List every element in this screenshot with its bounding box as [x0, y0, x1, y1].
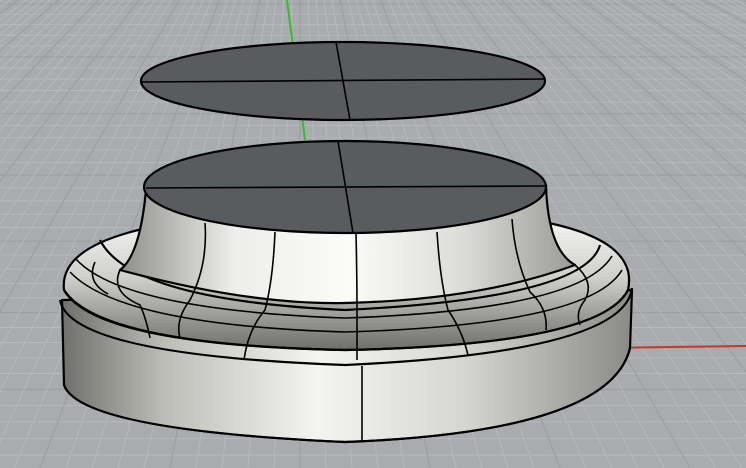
column-base[interactable] [58, 139, 634, 444]
top-disc[interactable] [139, 40, 547, 122]
viewport-canvas[interactable] [0, 0, 746, 468]
perspective-viewport[interactable] [0, 0, 746, 468]
